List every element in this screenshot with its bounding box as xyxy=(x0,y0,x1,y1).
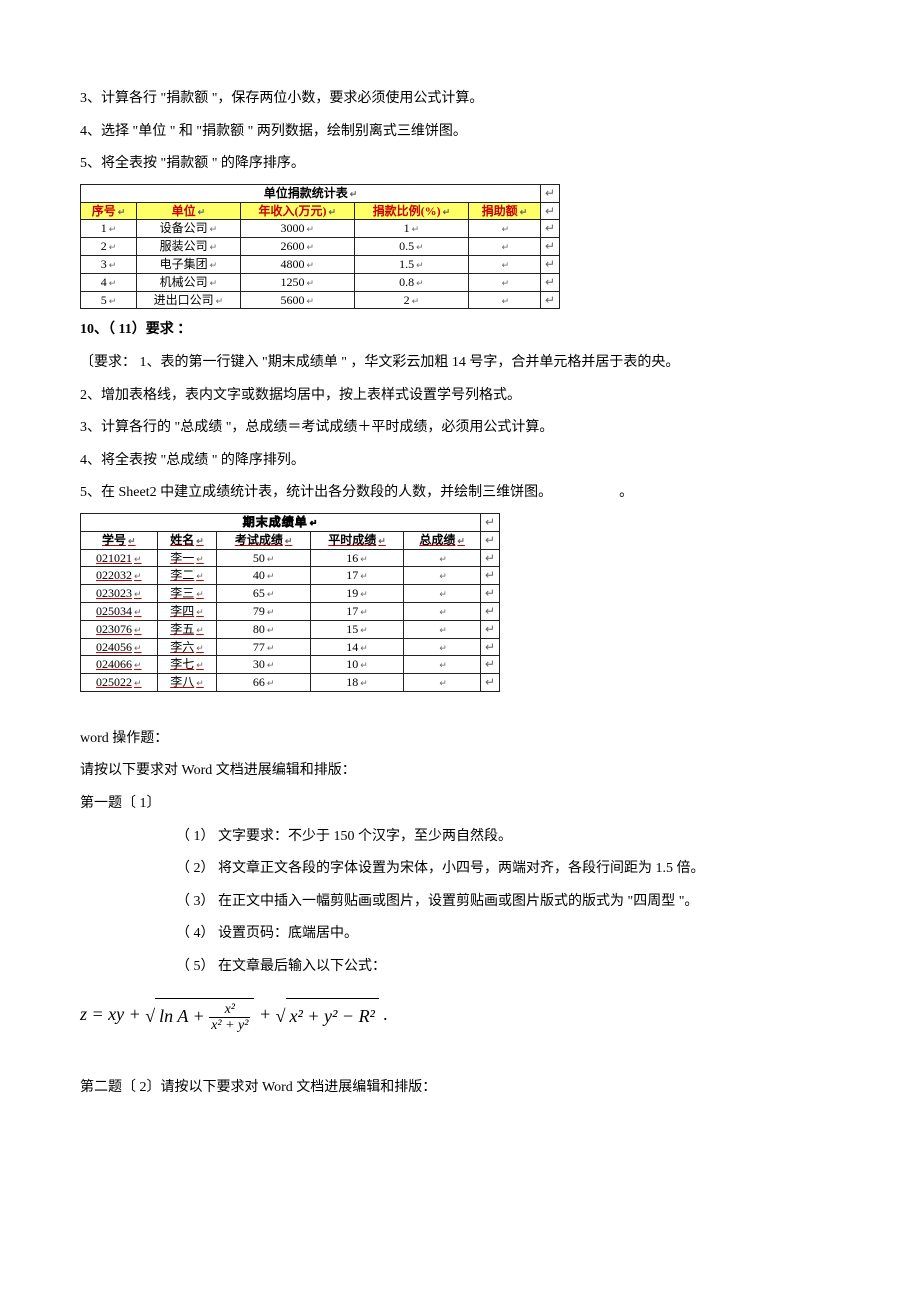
q10-l1: 〔要求： 1、表的第一行键入 "期末成绩单 " ，华文彩云加粗 14 号字，合并… xyxy=(80,350,840,377)
q10-l4: 4、将全表按 "总成绩 " 的降序排列。 xyxy=(80,448,840,475)
word-item: （ 5） 在文章最后输入以下公式： xyxy=(80,954,840,981)
col-name: 姓名 xyxy=(157,531,217,549)
col-usual: 平时成绩 xyxy=(310,531,403,549)
formula: z = xy + √ ln A + x² x² + y² + √x² + y² … xyxy=(80,987,840,1044)
table-row: 5进出口公司56002↵ xyxy=(81,291,560,309)
score-table: 期末成绩单 ↵ 学号 姓名 考试成绩 平时成绩 总成绩 ↵ 021021李一50… xyxy=(80,513,500,692)
frac-num: x² xyxy=(209,1002,250,1018)
sqrt-icon: √ ln A + x² x² + y² xyxy=(145,998,254,1034)
table-b-title: 期末成绩单 xyxy=(81,513,481,531)
table-row: 4机械公司12500.8↵ xyxy=(81,273,560,291)
col-seq: 序号 xyxy=(81,202,137,220)
table-row: 024056李六7714↵ xyxy=(81,638,500,656)
word-item: （ 2） 将文章正文各段的字体设置为宋体，小四号，两端对齐，各段行间距为 1.5… xyxy=(80,856,840,883)
q10-l5-text: 5、在 Sheet2 中建立成绩统计表，统计出各分数段的人数，并绘制三维饼图。 xyxy=(80,485,552,500)
table-row: 023076李五8015↵ xyxy=(81,620,500,638)
word-t2: 第二题〔 2〕请按以下要求对 Word 文档进展编辑和排版： xyxy=(80,1075,840,1102)
line-4: 4、选择 "单位 " 和 "捐款额 " 两列数据，绘制别离式三维饼图。 xyxy=(80,119,840,146)
col-ratio: 捐款比例(%) xyxy=(354,202,468,220)
formula-sqrt2: x² + y² − R² xyxy=(286,998,379,1033)
table-row: 023023李三6519↵ xyxy=(81,585,500,603)
word-item: （ 4） 设置页码：底端居中。 xyxy=(80,921,840,948)
formula-dot: . xyxy=(383,1004,388,1024)
table-a-title: 单位捐款统计表 xyxy=(81,184,541,202)
col-id: 学号 xyxy=(81,531,158,549)
col-amount: 捐助额 xyxy=(468,202,540,220)
table-row: 2服装公司26000.5↵ xyxy=(81,238,560,256)
q10-head: 10、（ 11）要求 ： xyxy=(80,317,840,344)
formula-plus: + xyxy=(259,1004,276,1024)
table-b-header-row: 学号 姓名 考试成绩 平时成绩 总成绩 ↵ xyxy=(81,531,500,549)
word-item: （ 1） 文字要求：不少于 150 个汉字，至少两自然段。 xyxy=(80,824,840,851)
word-intro: 请按以下要求对 Word 文档进展编辑和排版： xyxy=(80,758,840,785)
table-row: 024066李七3010↵ xyxy=(81,656,500,674)
q10-l2: 2、增加表格线，表内文字或数据均居中，按上表样式设置学号列格式。 xyxy=(80,383,840,410)
q10-l3: 3、计算各行的 "总成绩 "，总成绩＝考试成绩＋平时成绩，必须用公式计算。 xyxy=(80,415,840,442)
table-row: 025034李四7917↵ xyxy=(81,602,500,620)
line-5: 5、将全表按 "捐款额 " 的降序排序。 xyxy=(80,151,840,178)
col-income: 年收入(万元) xyxy=(240,202,354,220)
q10-l5: 5、在 Sheet2 中建立成绩统计表，统计出各分数段的人数，并绘制三维饼图。 … xyxy=(80,480,840,507)
word-head: word 操作题： xyxy=(80,726,840,753)
table-row: 022032李二4017↵ xyxy=(81,567,500,585)
col-exam: 考试成绩 xyxy=(217,531,310,549)
table-row: 025022李八6618↵ xyxy=(81,674,500,692)
word-item: （ 3） 在正文中插入一幅剪贴画或图片，设置剪贴画或图片版式的版式为 "四周型 … xyxy=(80,889,840,916)
table-a-header-row: 序号 单位 年收入(万元) 捐款比例(%) 捐助额 ↵ xyxy=(81,202,560,220)
fraction: x² x² + y² xyxy=(209,1002,250,1034)
table-row: 3电子集团48001.5↵ xyxy=(81,255,560,273)
q10-l5-dot: 。 xyxy=(619,485,633,500)
word-t1-head: 第一题〔 1〕 xyxy=(80,791,840,818)
frac-den: x² + y² xyxy=(209,1018,250,1033)
line-3: 3、计算各行 "捐款额 "，保存两位小数，要求必须使用公式计算。 xyxy=(80,86,840,113)
formula-lhs: z = xy + xyxy=(80,1004,141,1024)
col-total: 总成绩 xyxy=(404,531,481,549)
table-row: 021021李一5016↵ xyxy=(81,549,500,567)
sqrt-icon: √x² + y² − R² xyxy=(276,998,379,1033)
donation-table: 单位捐款统计表 ↵ 序号 单位 年收入(万元) 捐款比例(%) 捐助额 ↵ 1设… xyxy=(80,184,560,310)
col-unit: 单位 xyxy=(137,202,241,220)
formula-ln: ln A + xyxy=(159,1006,205,1026)
table-row: 1设备公司30001↵ xyxy=(81,220,560,238)
